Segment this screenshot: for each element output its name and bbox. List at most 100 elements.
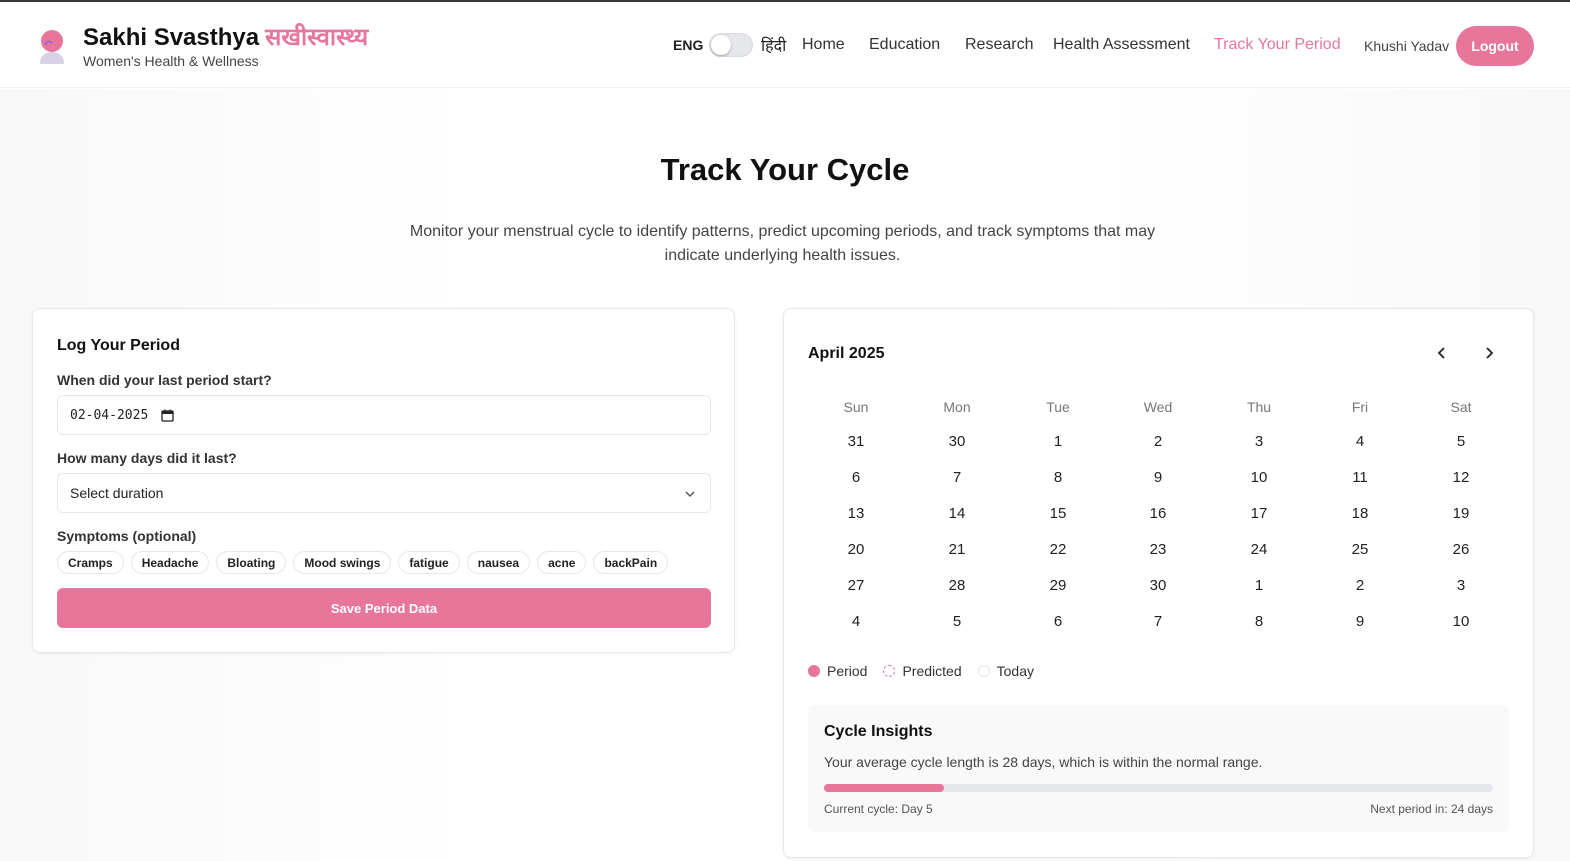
calendar-icon[interactable] xyxy=(161,409,174,422)
calendar-day[interactable]: 2 xyxy=(1138,433,1178,450)
calendar-day[interactable]: 3 xyxy=(1441,577,1481,594)
legend-period: Period xyxy=(808,663,867,679)
calendar-day[interactable]: 13 xyxy=(836,505,876,522)
calendar-day[interactable]: 16 xyxy=(1138,505,1178,522)
calendar-day[interactable]: 14 xyxy=(937,505,977,522)
calendar-day[interactable]: 21 xyxy=(937,541,977,558)
symptom-chip-acne[interactable]: acne xyxy=(537,551,587,574)
calendar-day[interactable]: 26 xyxy=(1441,541,1481,558)
nav-home[interactable]: Home xyxy=(802,36,845,54)
calendar-day[interactable]: 6 xyxy=(836,469,876,486)
calendar-day[interactable]: 28 xyxy=(937,577,977,594)
today-dot-icon xyxy=(977,665,990,677)
legend-predicted-label: Predicted xyxy=(902,663,962,679)
symptom-chip-mood-swings[interactable]: Mood swings xyxy=(293,551,392,574)
symptom-chips: Cramps Headache Bloating Mood swings fat… xyxy=(57,551,669,574)
duration-value: Select duration xyxy=(70,485,164,501)
calendar-day[interactable]: 5 xyxy=(937,613,977,630)
calendar-day[interactable]: 12 xyxy=(1441,469,1481,486)
duration-label: How many days did it last? xyxy=(57,450,237,466)
calendar-day[interactable]: 10 xyxy=(1239,469,1279,486)
calendar-day[interactable]: 31 xyxy=(836,433,876,450)
calendar-day[interactable]: 25 xyxy=(1340,541,1380,558)
page-description: Monitor your menstrual cycle to identify… xyxy=(409,223,1156,264)
calendar-card: April 2025 Sun Mon Tue Wed Thu Fri Sat 31 30 1 2 3… xyxy=(783,308,1534,858)
logout-button[interactable]: Logout xyxy=(1456,26,1534,66)
language-toggle[interactable] xyxy=(709,33,753,57)
calendar-legend: Period Predicted Today xyxy=(808,663,1050,679)
weekday-sat: Sat xyxy=(1450,399,1472,415)
nav-health-assessment[interactable]: Health Assessment xyxy=(1053,36,1190,54)
start-date-value: 02-04-2025 xyxy=(70,407,149,423)
log-period-title: Log Your Period xyxy=(57,337,180,354)
calendar-day[interactable]: 9 xyxy=(1340,613,1380,630)
calendar-day[interactable]: 3 xyxy=(1239,433,1279,450)
calendar-day[interactable]: 1 xyxy=(1038,433,1078,450)
calendar-day[interactable]: 8 xyxy=(1239,613,1279,630)
weekday-tue: Tue xyxy=(1046,399,1070,415)
legend-predicted: Predicted xyxy=(883,663,962,679)
calendar-day[interactable]: 17 xyxy=(1239,505,1279,522)
calendar-day[interactable]: 7 xyxy=(937,469,977,486)
calendar-day[interactable]: 5 xyxy=(1441,433,1481,450)
calendar-day[interactable]: 27 xyxy=(836,577,876,594)
save-period-button[interactable]: Save Period Data xyxy=(57,588,711,628)
symptoms-label: Symptoms (optional) xyxy=(57,528,197,544)
predicted-dot-icon xyxy=(883,665,896,677)
calendar-day[interactable]: 23 xyxy=(1138,541,1178,558)
calendar-day[interactable]: 30 xyxy=(1138,577,1178,594)
calendar-day[interactable]: 6 xyxy=(1038,613,1078,630)
calendar-day[interactable]: 18 xyxy=(1340,505,1380,522)
insights-title: Cycle Insights xyxy=(824,723,933,740)
start-date-label: When did your last period start? xyxy=(57,372,272,388)
calendar-day[interactable]: 15 xyxy=(1038,505,1078,522)
next-period-countdown: Next period in: 24 days xyxy=(1370,802,1493,816)
logo-icon xyxy=(40,30,64,64)
cycle-progress-fill xyxy=(824,784,945,792)
chevron-down-icon xyxy=(685,491,695,498)
period-dot-icon xyxy=(808,665,820,677)
calendar-day[interactable]: 10 xyxy=(1441,613,1481,630)
top-navbar: Sakhi Svasthya सखीस्वास्थ्य Women's Healt… xyxy=(0,2,1570,88)
nav-education[interactable]: Education xyxy=(869,36,940,54)
weekday-thu: Thu xyxy=(1246,399,1272,415)
legend-period-label: Period xyxy=(827,663,868,679)
page-title: Track Your Cycle xyxy=(660,152,910,187)
symptom-chip-nausea[interactable]: nausea xyxy=(466,551,531,574)
calendar-day[interactable]: 8 xyxy=(1038,469,1078,486)
symptom-chip-backpain[interactable]: backPain xyxy=(593,551,669,574)
calendar-day[interactable]: 24 xyxy=(1239,541,1279,558)
weekday-wed: Wed xyxy=(1143,399,1173,415)
brand-title[interactable]: Sakhi Svasthya सखीस्वास्थ्य xyxy=(83,20,368,53)
calendar-day[interactable]: 2 xyxy=(1340,577,1380,594)
calendar-day[interactable]: 20 xyxy=(836,541,876,558)
calendar-day[interactable]: 29 xyxy=(1038,577,1078,594)
calendar-day[interactable]: 11 xyxy=(1340,469,1380,486)
nav-track-your-period[interactable]: Track Your Period xyxy=(1214,36,1341,54)
symptom-chip-headache[interactable]: Headache xyxy=(130,551,210,574)
calendar-day[interactable]: 19 xyxy=(1441,505,1481,522)
brand-name: Sakhi Svasthya xyxy=(83,24,260,51)
symptom-chip-bloating[interactable]: Bloating xyxy=(216,551,287,574)
symptom-chip-fatigue[interactable]: fatigue xyxy=(398,551,460,574)
chevron-right-icon[interactable] xyxy=(1481,345,1497,361)
calendar-day[interactable]: 1 xyxy=(1239,577,1279,594)
calendar-day[interactable]: 30 xyxy=(937,433,977,450)
nav-research[interactable]: Research xyxy=(965,36,1033,54)
cycle-insights: Cycle Insights Your average cycle length… xyxy=(808,705,1509,832)
weekday-sun: Sun xyxy=(843,399,869,415)
log-period-card: Log Your Period When did your last perio… xyxy=(32,308,735,653)
calendar-month: April 2025 xyxy=(808,345,885,362)
calendar-day[interactable]: 4 xyxy=(836,613,876,630)
start-date-input[interactable]: 02-04-2025 xyxy=(57,395,711,435)
brand-name-hindi: सखीस्वास्थ्य xyxy=(265,24,369,51)
calendar-day[interactable]: 22 xyxy=(1038,541,1078,558)
calendar-day[interactable]: 7 xyxy=(1138,613,1178,630)
cycle-progress-bar xyxy=(824,784,1493,792)
chevron-left-icon[interactable] xyxy=(1434,345,1450,361)
calendar-day[interactable]: 4 xyxy=(1340,433,1380,450)
toggle-knob xyxy=(711,35,731,55)
symptom-chip-cramps[interactable]: Cramps xyxy=(57,551,124,574)
duration-select[interactable]: Select duration xyxy=(57,473,711,513)
calendar-day[interactable]: 9 xyxy=(1138,469,1178,486)
